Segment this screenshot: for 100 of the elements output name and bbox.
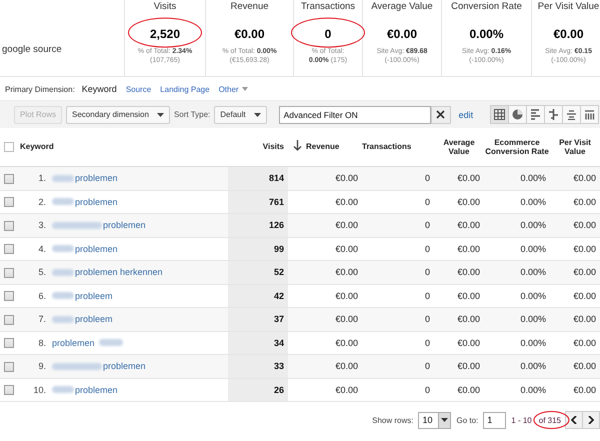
table-cell: 0 <box>424 384 430 395</box>
table-cell: 0 <box>424 196 430 207</box>
table-cell: 0.00% <box>520 290 546 301</box>
table-cell: 0 <box>424 338 430 348</box>
table-cell: €0.00 <box>573 244 596 254</box>
row-number: 4. <box>37 244 46 254</box>
row-number: 7. <box>37 314 46 324</box>
keyword-link[interactable]: probleem <box>75 290 113 301</box>
table-cell: €0.00 <box>335 196 358 207</box>
table-cell: €0.00 <box>335 338 358 348</box>
sort-type-dropdown[interactable]: Default <box>214 106 267 124</box>
row-number: 6. <box>37 290 46 301</box>
table-view-icon[interactable] <box>490 105 510 124</box>
row-number: 10. <box>32 384 46 395</box>
metric-label: Revenue <box>230 1 269 12</box>
dimension-link[interactable]: Landing Page <box>160 84 210 94</box>
table-cell: €0.00 <box>573 267 596 278</box>
row-checkbox[interactable] <box>4 244 14 254</box>
redacted-text <box>52 222 102 229</box>
table-cell: 0 <box>424 314 430 324</box>
keyword-link[interactable]: problemen <box>75 196 118 207</box>
column-header[interactable]: Revenue <box>306 142 362 152</box>
table-cell: €0.00 <box>335 290 358 301</box>
metric-value: €0.00 <box>234 27 265 41</box>
column-header[interactable]: Transactions <box>362 142 434 152</box>
keyword-link[interactable]: problemen <box>75 173 118 184</box>
row-checkbox[interactable] <box>4 220 14 231</box>
redacted-text <box>52 316 74 323</box>
table-cell: 0.00% <box>520 361 546 372</box>
table-cell: 0 <box>424 361 430 372</box>
metric-label: Average Value <box>371 1 433 12</box>
select-all-checkbox[interactable] <box>4 142 14 152</box>
column-header[interactable]: Keyword <box>18 142 228 152</box>
pie-chart-icon[interactable] <box>508 105 528 124</box>
table-cell: €0.00 <box>335 267 358 278</box>
redacted-text <box>52 362 102 370</box>
row-checkbox[interactable] <box>4 197 14 208</box>
keyword-link[interactable]: probleem <box>75 314 113 324</box>
table-cell: €0.00 <box>457 338 480 348</box>
bar-chart-icon[interactable] <box>526 105 546 124</box>
go-to-field[interactable]: 1 <box>483 412 506 428</box>
row-checkbox[interactable] <box>4 174 14 184</box>
metric-value: 2,520 <box>150 27 180 41</box>
metric-value: 0 <box>324 27 332 41</box>
caret-icon <box>156 112 164 116</box>
table-cell: 0.00% <box>520 244 546 254</box>
table-cell: €0.00 <box>573 173 596 184</box>
table-cell: 0 <box>424 173 430 184</box>
show-rows-dropdown[interactable]: 10 <box>418 412 452 428</box>
keyword-link[interactable]: problemen <box>75 244 118 254</box>
metric-label: Per Visit Value <box>538 1 600 12</box>
table-cell: 37 <box>274 314 284 324</box>
table-cell: 26 <box>274 384 284 395</box>
column-header[interactable]: Average Value <box>434 138 484 156</box>
metric-label: Transactions <box>300 1 356 12</box>
row-checkbox[interactable] <box>4 362 14 372</box>
previous-page-icon[interactable] <box>565 411 583 429</box>
metric-value: €0.00 <box>386 27 418 41</box>
keyword-link[interactable]: problemen <box>103 361 146 372</box>
keyword-link[interactable]: problemen <box>52 338 95 348</box>
column-header[interactable]: Visits <box>228 142 288 152</box>
page-range: 1 - 10 <box>511 416 532 424</box>
table-cell: €0.00 <box>457 267 480 278</box>
row-checkbox[interactable] <box>4 314 14 325</box>
table-cell: €0.00 <box>573 338 596 348</box>
column-header[interactable]: Per Visit Value <box>550 138 600 156</box>
table-cell: €0.00 <box>335 384 358 395</box>
pivot-icon[interactable] <box>580 105 600 124</box>
table-cell: €0.00 <box>335 244 358 254</box>
secondary-dimension-dropdown[interactable]: Secondary dimension <box>66 106 170 124</box>
table-cell: 0.00% <box>520 173 546 184</box>
caret-icon <box>242 87 248 91</box>
filter-field[interactable]: Advanced Filter ON <box>278 106 431 124</box>
keyword-link[interactable]: problemen herkennen <box>75 267 163 278</box>
dimension-link[interactable]: Source <box>126 84 152 94</box>
table-cell: 42 <box>274 290 284 301</box>
keyword-link[interactable]: problemen <box>103 220 146 230</box>
row-checkbox[interactable] <box>4 268 14 278</box>
close-icon[interactable] <box>430 106 451 124</box>
table-cell: 0.00% <box>520 384 546 395</box>
redacted-text <box>98 339 123 346</box>
table-cell: 34 <box>274 338 284 348</box>
table-cell: €0.00 <box>573 220 596 230</box>
table-cell: €0.00 <box>335 220 358 230</box>
row-checkbox[interactable] <box>4 385 14 396</box>
table-cell: 0 <box>424 244 430 254</box>
table-cell: 0 <box>424 220 430 230</box>
column-header[interactable]: Ecommerce Conversion Rate <box>484 138 550 156</box>
row-number: 3. <box>37 220 46 230</box>
table-cell: €0.00 <box>457 290 480 301</box>
edit-link[interactable]: edit <box>458 110 474 120</box>
next-page-icon[interactable] <box>582 411 600 429</box>
table-cell: €0.00 <box>457 220 480 230</box>
dimension-menu[interactable]: Other <box>218 84 248 94</box>
keyword-link[interactable]: problemen <box>75 384 118 395</box>
sort-descending-icon[interactable] <box>292 140 302 152</box>
row-checkbox[interactable] <box>4 338 14 348</box>
row-checkbox[interactable] <box>4 291 14 302</box>
redacted-text <box>52 292 74 300</box>
dimension-link[interactable]: Keyword <box>82 84 117 94</box>
